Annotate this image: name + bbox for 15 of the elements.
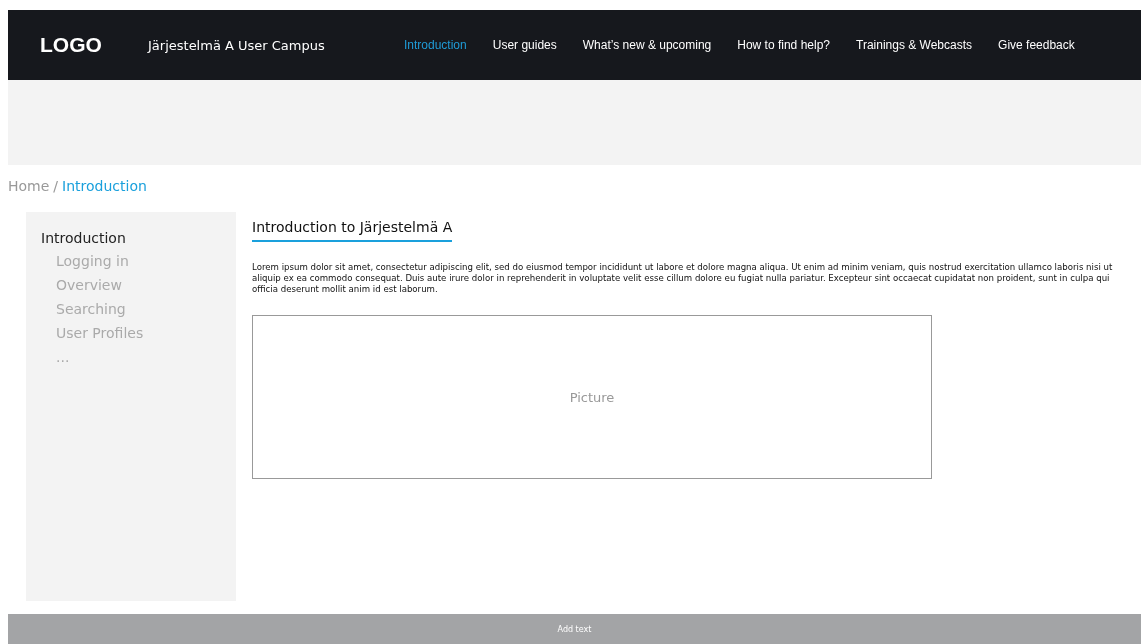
section-heading: Introduction to Järjestelmä A <box>252 219 453 242</box>
logo[interactable]: LOGO <box>40 33 148 57</box>
footer-text: Add text <box>557 624 592 634</box>
nav-link[interactable]: What’s new & upcoming <box>582 38 712 52</box>
nav-link[interactable]: Trainings & Webcasts <box>856 38 973 52</box>
nav-link[interactable]: Introduction <box>404 38 467 52</box>
body-text: Lorem ipsum dolor sit amet, consectetur adipiscing elit, sed do eiusmod tempor incididunt ut labore et dolore magna aliqua. Ut enim ad minim veniam, quis nostrud exercitation ullamco laboris nisi ut aliquip ex ea commodo consequat. Duis aute irure dolor in reprehenderit in voluptate velit esse cillum dolore eu fugiat nulla pariatur. Excepteur sint occaecat cupidatat non proident, sunt in culpa qui officia deserunt mollit anim id est laborum. <box>252 262 1114 295</box>
nav-link[interactable]: User guides <box>492 38 557 52</box>
sidebar-item[interactable]: Introduction <box>41 230 126 246</box>
breadcrumb-link[interactable]: Introduction <box>62 178 147 199</box>
picture-label: Picture <box>569 389 615 405</box>
nav-link[interactable]: Give feedback <box>998 38 1075 52</box>
site-title: Järjestelmä A User Campus <box>148 37 326 53</box>
breadcrumb-separator: / <box>53 178 59 196</box>
nav-link[interactable]: How to find help? <box>737 38 830 52</box>
